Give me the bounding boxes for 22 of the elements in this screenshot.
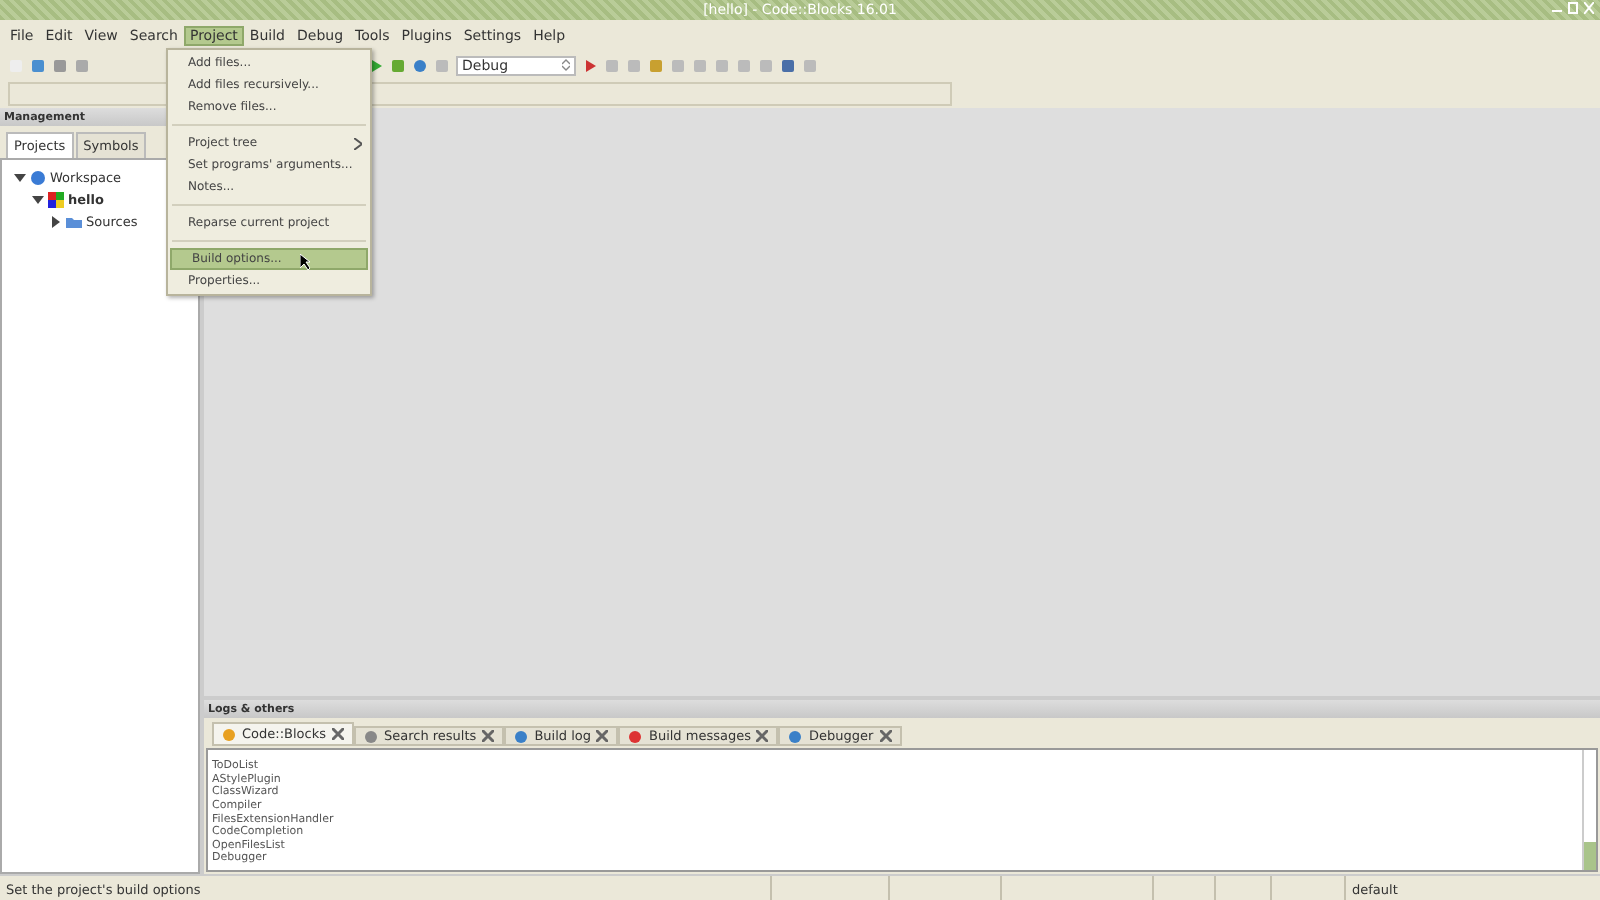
maximize-icon[interactable] bbox=[1568, 2, 1578, 14]
close-icon[interactable] bbox=[879, 730, 892, 742]
tab-icon bbox=[514, 729, 529, 743]
folder-icon bbox=[66, 213, 82, 229]
close-icon[interactable] bbox=[596, 730, 609, 742]
tab-icon bbox=[788, 729, 803, 743]
debug-run-icon[interactable] bbox=[582, 57, 598, 73]
close-icon[interactable] bbox=[482, 730, 495, 742]
project-icon bbox=[48, 191, 64, 207]
expander-icon[interactable] bbox=[14, 171, 26, 183]
workspace-icon bbox=[30, 169, 46, 185]
run-icon[interactable] bbox=[368, 57, 384, 73]
tab-icon bbox=[222, 727, 236, 741]
scrollbar[interactable] bbox=[1582, 750, 1596, 870]
spinner-arrows-icon bbox=[562, 58, 570, 72]
tab-icon bbox=[628, 729, 643, 743]
expander-icon[interactable] bbox=[32, 193, 44, 205]
mouse-cursor-icon bbox=[300, 254, 310, 270]
expander-icon[interactable] bbox=[50, 215, 62, 227]
tab-icon bbox=[364, 729, 378, 743]
close-icon[interactable] bbox=[332, 728, 344, 740]
close-icon[interactable] bbox=[756, 730, 769, 742]
